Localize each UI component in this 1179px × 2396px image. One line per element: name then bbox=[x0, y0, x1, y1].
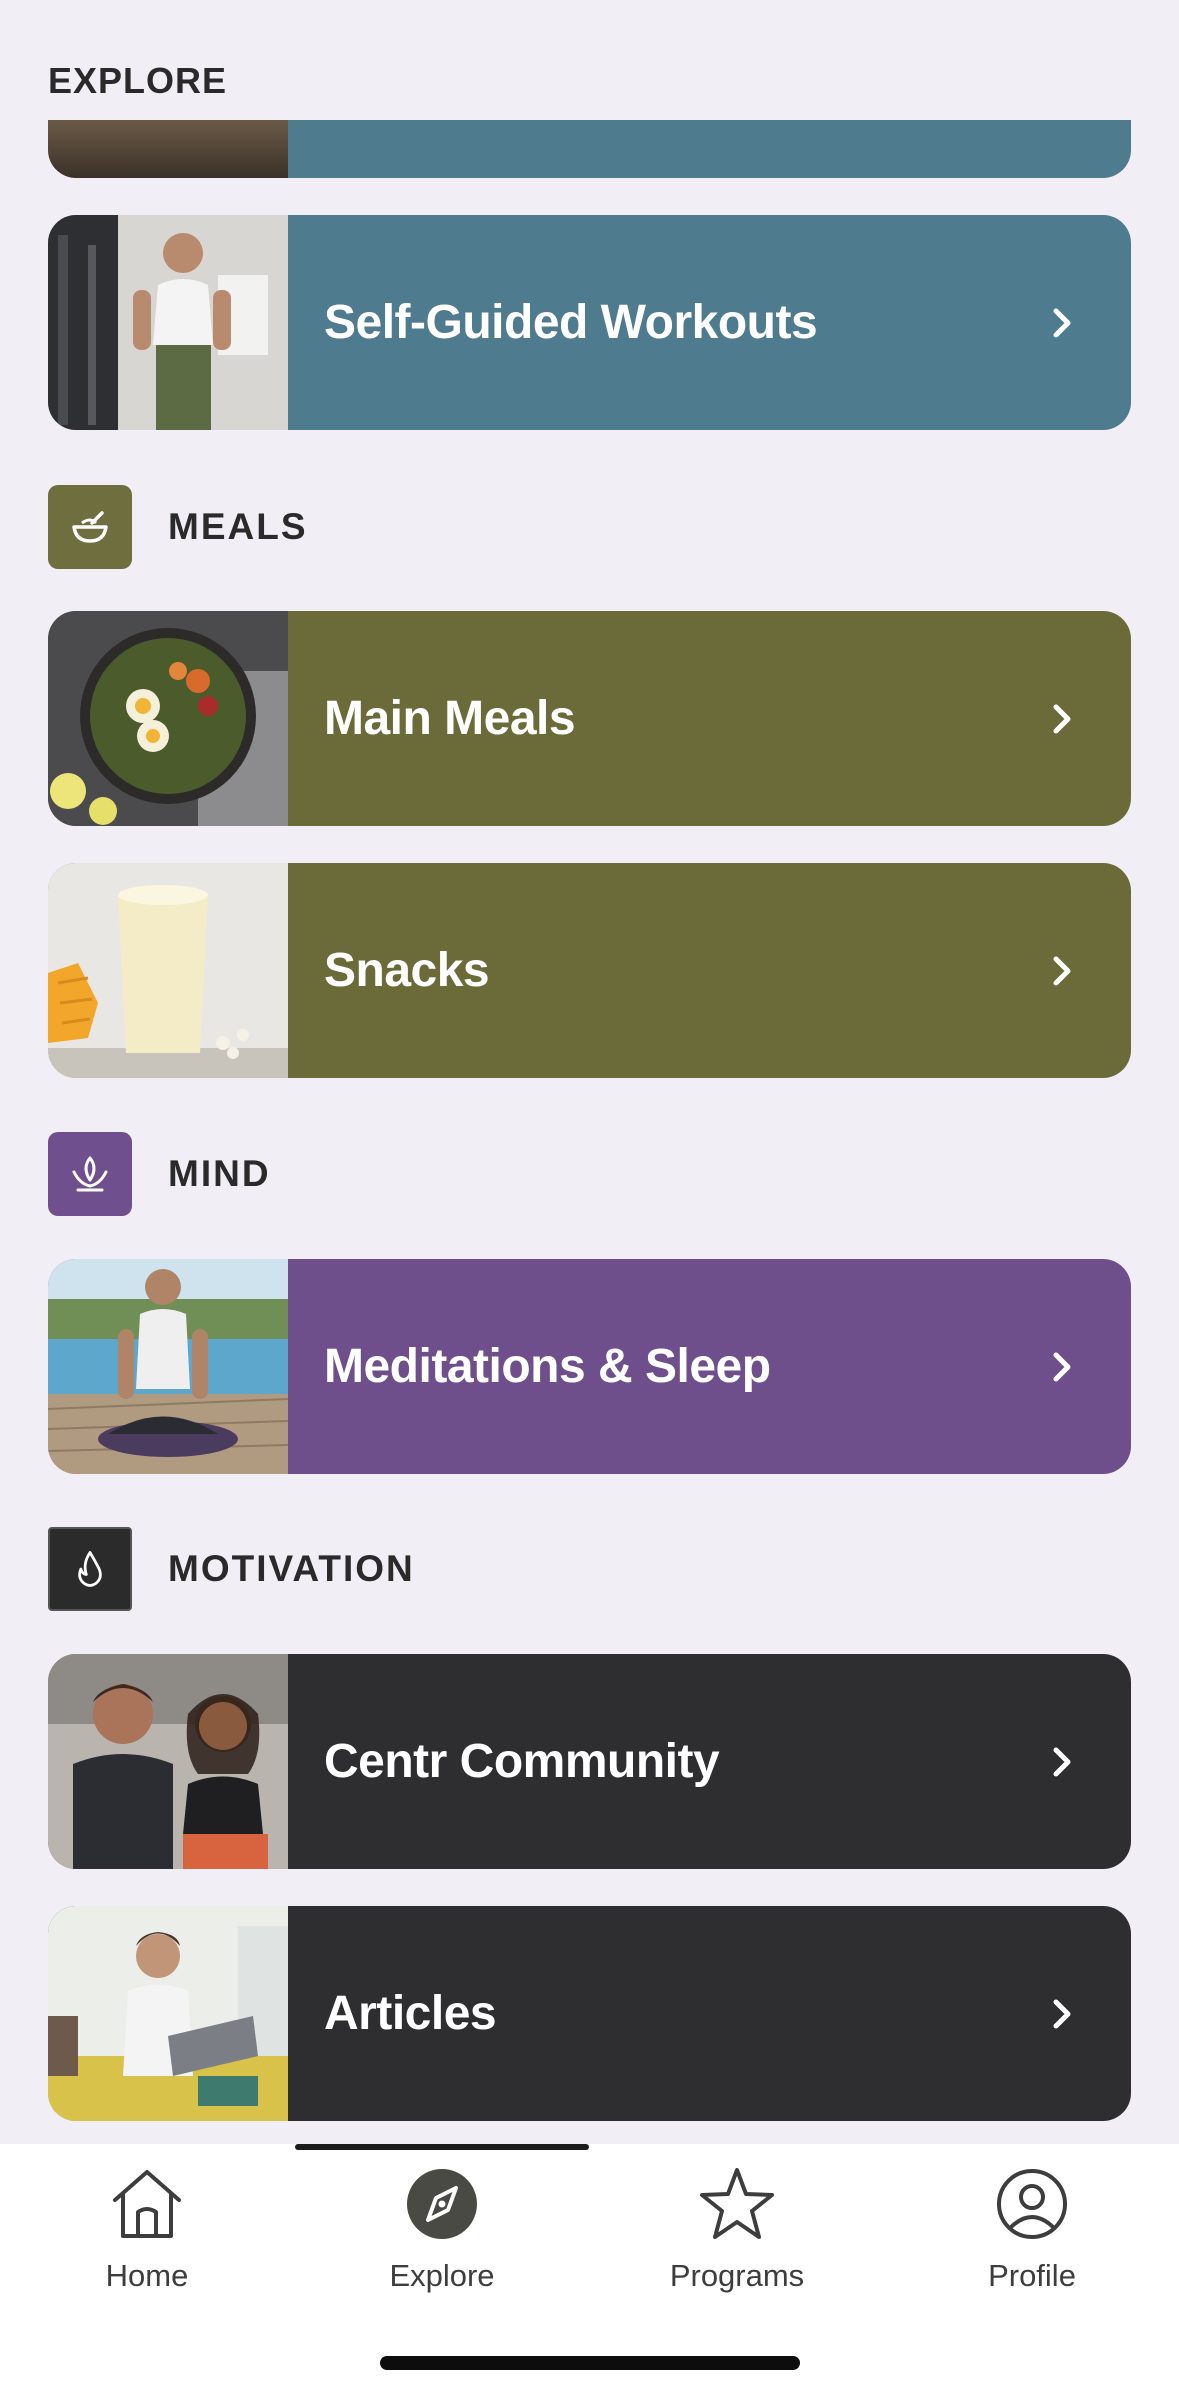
card-partial-thumb bbox=[48, 120, 288, 178]
card-label: Articles bbox=[324, 1987, 497, 2040]
section-label: MOTIVATION bbox=[168, 1548, 415, 1589]
card-label: Meditations & Sleep bbox=[324, 1340, 771, 1393]
tab-programs[interactable]: Programs bbox=[590, 2160, 884, 2310]
chevron-right-icon bbox=[1053, 1999, 1071, 2028]
home-icon bbox=[113, 2170, 181, 2238]
card-partial-top[interactable] bbox=[48, 120, 1131, 178]
home-indicator bbox=[380, 2356, 800, 2370]
card-label: Snacks bbox=[324, 944, 490, 997]
section-header-meals: MEALS bbox=[48, 485, 308, 569]
card-meditations-sleep[interactable]: Meditations & Sleep bbox=[48, 1259, 1131, 1474]
chevron-right-icon bbox=[1053, 956, 1071, 985]
chevron-right-icon bbox=[1053, 1747, 1071, 1776]
card-self-guided-workouts[interactable]: Self-Guided Workouts bbox=[48, 215, 1131, 430]
tab-profile[interactable]: Profile bbox=[885, 2160, 1179, 2310]
section-label: MIND bbox=[168, 1153, 271, 1194]
chevron-right-icon bbox=[1053, 1352, 1071, 1381]
card-label: Self-Guided Workouts bbox=[324, 296, 818, 349]
tab-label: Profile bbox=[988, 2258, 1076, 2293]
chevron-right-icon bbox=[1053, 704, 1071, 733]
card-label: Centr Community bbox=[324, 1735, 720, 1788]
card-centr-community[interactable]: Centr Community bbox=[48, 1654, 1131, 1869]
card-thumb-articles bbox=[48, 1906, 288, 2121]
chevron-right-icon bbox=[1053, 308, 1071, 337]
profile-icon bbox=[997, 2169, 1067, 2239]
card-label: Main Meals bbox=[324, 692, 576, 745]
card-main-meals[interactable]: Main Meals bbox=[48, 611, 1131, 826]
tab-label: Home bbox=[105, 2258, 189, 2293]
active-tab-indicator bbox=[295, 2144, 589, 2150]
card-thumb-mango-smoothie bbox=[48, 863, 288, 1078]
compass-icon bbox=[407, 2169, 477, 2239]
card-thumb-gym-man bbox=[48, 215, 288, 430]
flame-icon bbox=[48, 1527, 132, 1611]
page-title: EXPLORE bbox=[48, 60, 228, 101]
tab-label: Programs bbox=[669, 2258, 805, 2293]
lotus-icon bbox=[48, 1132, 132, 1216]
tab-label: Explore bbox=[389, 2258, 495, 2293]
section-label: MEALS bbox=[168, 506, 308, 547]
card-thumb-community bbox=[48, 1654, 288, 1869]
card-articles[interactable]: Articles bbox=[48, 1906, 1131, 2121]
card-thumb-meditation bbox=[48, 1259, 288, 1474]
section-header-mind: MIND bbox=[48, 1132, 271, 1216]
section-header-motivation: MOTIVATION bbox=[48, 1527, 415, 1611]
card-snacks[interactable]: Snacks bbox=[48, 863, 1131, 1078]
tab-explore[interactable]: Explore bbox=[295, 2160, 589, 2310]
card-thumb-salad-bowl bbox=[48, 611, 288, 826]
tab-home[interactable]: Home bbox=[0, 2160, 294, 2310]
star-icon bbox=[700, 2168, 774, 2239]
bowl-icon bbox=[48, 485, 132, 569]
